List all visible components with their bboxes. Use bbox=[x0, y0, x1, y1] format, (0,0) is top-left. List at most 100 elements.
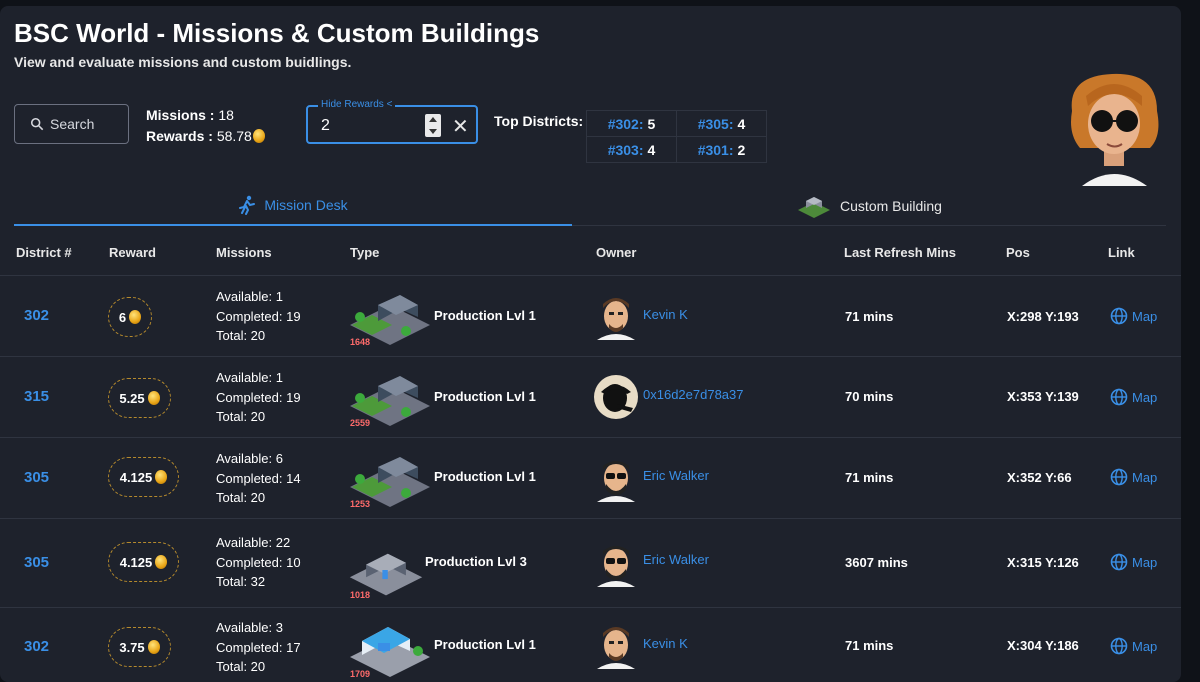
map-link[interactable]: Map bbox=[1110, 307, 1157, 325]
table-row: 302 6 Available: 1 Completed: 19 Total: … bbox=[0, 277, 1181, 357]
tab-custom-building[interactable]: Custom Building bbox=[572, 186, 1166, 226]
mission-counts: Available: 1 Completed: 19 Total: 20 bbox=[216, 287, 301, 346]
main-card: BSC World - Missions & Custom Buildings … bbox=[0, 6, 1181, 682]
reward-value: 4.125 bbox=[119, 469, 153, 485]
hide-rewards-value[interactable]: 2 bbox=[321, 117, 330, 135]
search-button[interactable]: Search bbox=[14, 104, 129, 144]
missions-total: Total: 20 bbox=[216, 328, 266, 343]
map-link[interactable]: Map bbox=[1110, 468, 1157, 486]
building-type: Production Lvl 3 bbox=[425, 554, 527, 569]
mission-counts: Available: 1 Completed: 19 Total: 20 bbox=[216, 368, 301, 427]
building-type: Production Lvl 1 bbox=[434, 637, 536, 652]
top-district-count: 4 bbox=[647, 141, 656, 158]
owner-avatar bbox=[594, 375, 638, 419]
mission-counts: Available: 22 Completed: 10 Total: 32 bbox=[216, 533, 301, 592]
missions-total: Total: 20 bbox=[216, 490, 266, 505]
missions-completed: Completed: 10 bbox=[216, 554, 301, 570]
number-stepper[interactable] bbox=[425, 114, 441, 137]
reward-badge: 5.25 bbox=[108, 378, 171, 418]
map-link-label[interactable]: Map bbox=[1132, 390, 1157, 405]
top-district-number[interactable]: #302: bbox=[608, 116, 644, 132]
map-link[interactable]: Map bbox=[1110, 553, 1157, 571]
col-owner[interactable]: Owner bbox=[596, 245, 636, 260]
last-refresh: 71 mins bbox=[845, 470, 894, 485]
owner-name[interactable]: Eric Walker bbox=[643, 468, 709, 483]
missions-completed: Completed: 17 bbox=[216, 639, 301, 655]
owner-name[interactable]: Kevin K bbox=[643, 307, 688, 322]
reward-badge: 3.75 bbox=[108, 627, 171, 667]
building-code: 1709 bbox=[350, 669, 371, 679]
map-link-label[interactable]: Map bbox=[1132, 470, 1157, 485]
table-row: 305 4.125 Available: 6 Completed: 14 Tot… bbox=[0, 439, 1181, 519]
col-reward[interactable]: Reward bbox=[109, 245, 156, 260]
missions-available: Available: 6 bbox=[216, 451, 283, 466]
missions-available: Available: 3 bbox=[216, 620, 283, 635]
tab-custom-building-label: Custom Building bbox=[840, 197, 942, 214]
col-type[interactable]: Type bbox=[350, 245, 379, 260]
globe-icon bbox=[1110, 307, 1128, 325]
last-refresh: 3607 mins bbox=[845, 555, 908, 570]
table-header: District # Reward Missions Type Owner La… bbox=[0, 234, 1181, 276]
coin-icon bbox=[129, 310, 142, 324]
owner-name[interactable]: 0x16d2e7d78a37 bbox=[643, 387, 744, 402]
missions-total: Total: 32 bbox=[216, 574, 266, 589]
stepper-up-icon[interactable] bbox=[429, 117, 437, 122]
col-district[interactable]: District # bbox=[16, 245, 72, 260]
reward-badge: 4.125 bbox=[108, 542, 179, 582]
col-missions[interactable]: Missions bbox=[216, 245, 272, 260]
user-avatar[interactable] bbox=[1062, 66, 1167, 186]
coin-icon bbox=[252, 129, 265, 143]
district-number[interactable]: 305 bbox=[24, 469, 49, 486]
building-thumbnail: 1648 bbox=[348, 287, 432, 347]
tab-mission-desk[interactable]: Mission Desk bbox=[14, 186, 572, 226]
map-link-label[interactable]: Map bbox=[1132, 555, 1157, 570]
coin-icon bbox=[155, 470, 168, 484]
owner-name[interactable]: Kevin K bbox=[643, 636, 688, 651]
owner-avatar bbox=[593, 456, 639, 502]
summary-stats: Missions : 18 Rewards : 58.78 bbox=[146, 105, 265, 147]
mission-counts: Available: 3 Completed: 17 Total: 20 bbox=[216, 618, 301, 677]
missions-completed: Completed: 19 bbox=[216, 308, 301, 324]
missions-available: Available: 22 bbox=[216, 535, 291, 550]
top-district-number[interactable]: #301: bbox=[698, 142, 734, 158]
missions-total: Total: 20 bbox=[216, 659, 266, 674]
globe-icon bbox=[1110, 637, 1128, 655]
col-link[interactable]: Link bbox=[1108, 245, 1135, 260]
district-number[interactable]: 315 bbox=[24, 388, 49, 405]
map-link[interactable]: Map bbox=[1110, 637, 1157, 655]
globe-icon bbox=[1110, 388, 1128, 406]
last-refresh: 71 mins bbox=[845, 309, 894, 324]
top-district: #305: 4 bbox=[677, 111, 766, 136]
building-code: 1648 bbox=[350, 337, 371, 347]
clear-icon[interactable]: ✕ bbox=[452, 114, 469, 139]
coin-icon bbox=[147, 640, 160, 654]
col-pos[interactable]: Pos bbox=[1006, 245, 1030, 260]
tab-mission-desk-label: Mission Desk bbox=[264, 197, 348, 213]
col-last-refresh[interactable]: Last Refresh Mins bbox=[844, 245, 956, 260]
map-link-label[interactable]: Map bbox=[1132, 639, 1157, 654]
top-district: #302: 5 bbox=[587, 111, 676, 136]
top-district-number[interactable]: #305: bbox=[698, 116, 734, 132]
top-district-number[interactable]: #303: bbox=[608, 142, 644, 158]
district-number[interactable]: 302 bbox=[24, 638, 49, 655]
coin-icon bbox=[155, 555, 168, 569]
coin-icon bbox=[147, 391, 160, 405]
missions-label: Missions : bbox=[146, 107, 215, 123]
hide-rewards-label: Hide Rewards < bbox=[318, 99, 396, 110]
position: X:315 Y:126 bbox=[1007, 555, 1079, 570]
page-title: BSC World - Missions & Custom Buildings bbox=[14, 18, 540, 48]
building-thumbnail: 1018 bbox=[348, 540, 424, 600]
page-subtitle: View and evaluate missions and custom bu… bbox=[14, 54, 352, 70]
map-link[interactable]: Map bbox=[1110, 388, 1157, 406]
reward-badge: 4.125 bbox=[108, 457, 179, 497]
missions-available: Available: 1 bbox=[216, 370, 283, 385]
district-number[interactable]: 302 bbox=[24, 307, 49, 324]
district-number[interactable]: 305 bbox=[24, 554, 49, 571]
map-link-label[interactable]: Map bbox=[1132, 309, 1157, 324]
search-icon bbox=[30, 117, 44, 131]
top-district-count: 4 bbox=[737, 115, 746, 132]
hide-rewards-input[interactable]: Hide Rewards < 2 ✕ bbox=[306, 99, 478, 144]
building-code: 1018 bbox=[350, 590, 371, 600]
owner-name[interactable]: Eric Walker bbox=[643, 552, 709, 567]
stepper-down-icon[interactable] bbox=[429, 129, 437, 134]
